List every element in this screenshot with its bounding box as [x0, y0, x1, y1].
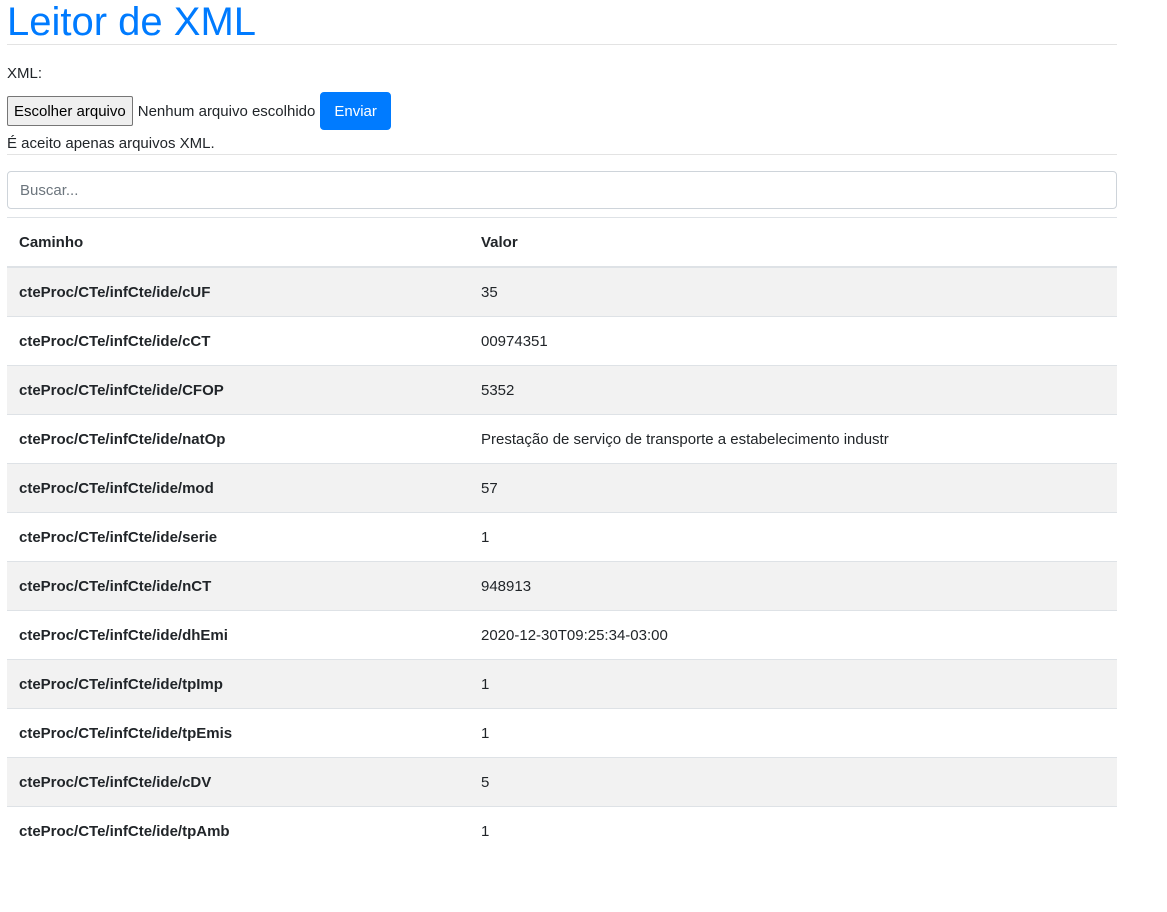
row-value: 5352 [469, 365, 1117, 415]
table-row: cteProc/CTe/infCte/ide/cDV 5 [7, 757, 1117, 807]
table-row: cteProc/CTe/infCte/ide/mod 57 [7, 463, 1117, 513]
row-path: cteProc/CTe/infCte/ide/cUF [7, 266, 469, 317]
search-input[interactable] [7, 171, 1117, 209]
row-value: 1 [469, 806, 1117, 855]
row-path: cteProc/CTe/infCte/ide/cDV [7, 757, 469, 807]
row-value: 00974351 [469, 316, 1117, 366]
row-value: Prestação de serviço de transporte a est… [469, 414, 1117, 464]
row-path: cteProc/CTe/infCte/ide/tpAmb [7, 806, 469, 855]
upload-row: Escolher arquivo Nenhum arquivo escolhid… [7, 92, 1117, 130]
row-path: cteProc/CTe/infCte/ide/serie [7, 512, 469, 562]
xml-values-table: Caminho Valor cteProc/CTe/infCte/ide/cUF… [7, 217, 1117, 855]
row-path: cteProc/CTe/infCte/ide/dhEmi [7, 610, 469, 660]
page-container: Leitor de XML XML: Escolher arquivo Nenh… [7, 0, 1117, 855]
title-divider [7, 44, 1117, 45]
file-status-text: Nenhum arquivo escolhido [137, 102, 316, 120]
page-title: Leitor de XML [7, 0, 257, 44]
row-path: cteProc/CTe/infCte/ide/cCT [7, 316, 469, 366]
table-row: cteProc/CTe/infCte/ide/tpAmb 1 [7, 806, 1117, 855]
row-path: cteProc/CTe/infCte/ide/tpEmis [7, 708, 469, 758]
form-divider [7, 154, 1117, 155]
row-value: 1 [469, 708, 1117, 758]
row-path: cteProc/CTe/infCte/ide/natOp [7, 414, 469, 464]
row-path: cteProc/CTe/infCte/ide/tpImp [7, 659, 469, 709]
table-row: cteProc/CTe/infCte/ide/CFOP 5352 [7, 365, 1117, 415]
column-header-path: Caminho [7, 217, 469, 268]
send-button[interactable]: Enviar [320, 92, 391, 130]
row-value: 35 [469, 266, 1117, 317]
row-value: 5 [469, 757, 1117, 807]
choose-file-button[interactable]: Escolher arquivo [7, 96, 133, 126]
row-path: cteProc/CTe/infCte/ide/nCT [7, 561, 469, 611]
table-row: cteProc/CTe/infCte/ide/tpEmis 1 [7, 708, 1117, 758]
table-row: cteProc/CTe/infCte/ide/cUF 35 [7, 266, 1117, 317]
table-header-row: Caminho Valor [7, 217, 1117, 268]
table-row: cteProc/CTe/infCte/ide/natOp Prestação d… [7, 414, 1117, 464]
row-value: 1 [469, 659, 1117, 709]
row-value: 948913 [469, 561, 1117, 611]
table-row: cteProc/CTe/infCte/ide/serie 1 [7, 512, 1117, 562]
row-path: cteProc/CTe/infCte/ide/CFOP [7, 365, 469, 415]
table-row: cteProc/CTe/infCte/ide/nCT 948913 [7, 561, 1117, 611]
column-header-value: Valor [469, 217, 1117, 268]
table-row: cteProc/CTe/infCte/ide/cCT 00974351 [7, 316, 1117, 366]
row-value: 57 [469, 463, 1117, 513]
table-row: cteProc/CTe/infCte/ide/dhEmi 2020-12-30T… [7, 610, 1117, 660]
file-help-text: É aceito apenas arquivos XML. [7, 135, 215, 152]
row-value: 1 [469, 512, 1117, 562]
row-path: cteProc/CTe/infCte/ide/mod [7, 463, 469, 513]
xml-field-label: XML: [7, 65, 43, 82]
table-row: cteProc/CTe/infCte/ide/tpImp 1 [7, 659, 1117, 709]
row-value: 2020-12-30T09:25:34-03:00 [469, 610, 1117, 660]
